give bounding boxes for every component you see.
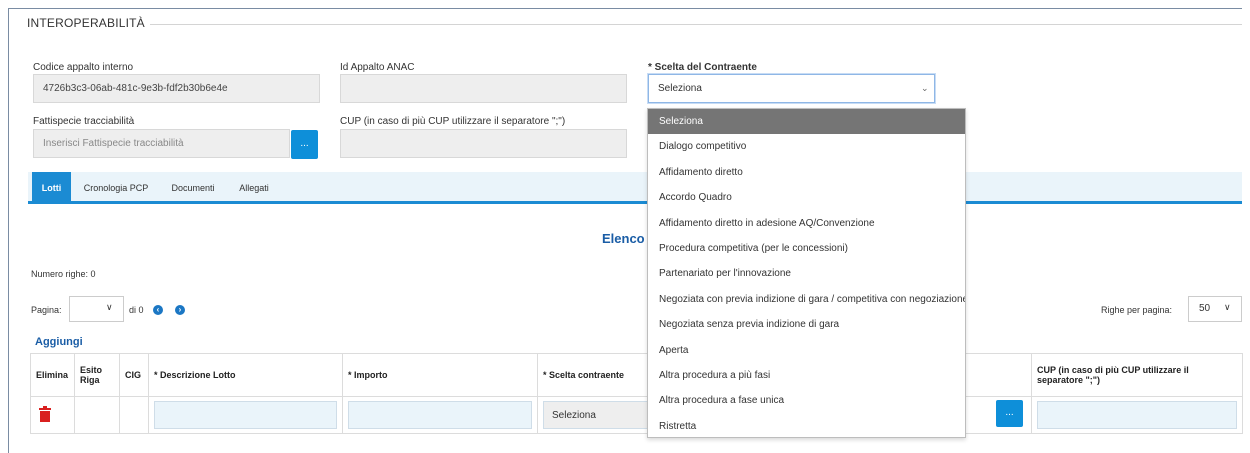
anac-label: Id Appalto ANAC — [340, 62, 415, 73]
scelta-label: * Scelta del Contraente — [648, 62, 757, 73]
dropdown-option[interactable]: Dialogo competitivo — [648, 134, 965, 159]
tab-documenti[interactable]: Documenti — [163, 172, 223, 204]
row-lookup-button[interactable]: ... — [996, 400, 1023, 427]
header-cup: CUP (in caso di più CUP utilizzare il se… — [1031, 353, 1243, 397]
scelta-select-value: Seleziona — [658, 83, 702, 94]
cup-cell — [1031, 396, 1243, 434]
descrizione-input[interactable] — [154, 401, 337, 429]
rows-per-page-select[interactable]: 50 ∨ — [1188, 296, 1242, 322]
tab-bar: Lotti Cronologia PCP Documenti Allegati — [28, 172, 1242, 204]
dropdown-option[interactable]: Affidamento diretto — [648, 160, 965, 185]
dropdown-option[interactable]: Seleziona — [648, 109, 965, 135]
cig-cell — [119, 396, 149, 434]
add-link[interactable]: Aggiungi — [35, 336, 83, 348]
dropdown-option[interactable]: Affidamento diretto in adesione AQ/Conve… — [648, 211, 965, 236]
fattispecie-label: Fattispecie tracciabilità — [33, 116, 135, 127]
header-descrizione: * Descrizione Lotto — [148, 353, 343, 397]
row-count: Numero righe: 0 — [31, 269, 96, 279]
delete-cell — [30, 396, 75, 434]
table-row: Seleziona — [30, 396, 1243, 434]
trash-icon[interactable] — [39, 406, 51, 422]
header-esito: Esito Riga — [74, 353, 120, 397]
scelta-select[interactable]: Seleziona — [648, 74, 935, 103]
tab-cronologia-pcp[interactable]: Cronologia PCP — [78, 172, 154, 204]
scelta-dropdown-menu: Seleziona Dialogo competitivo Affidament… — [647, 108, 966, 438]
rows-per-page-label: Righe per pagina: — [1101, 305, 1173, 315]
dropdown-option[interactable]: Ristretta — [648, 414, 965, 439]
section-title: INTEROPERABILITÀ — [27, 16, 145, 30]
fattispecie-lookup-button[interactable]: ... — [291, 130, 318, 159]
esito-cell — [74, 396, 120, 434]
chevron-down-icon: ∨ — [106, 302, 113, 312]
dropdown-option[interactable]: Aperta — [648, 338, 965, 363]
dropdown-option[interactable]: Negoziata con previa indizione di gara /… — [648, 287, 965, 312]
page-label: Pagina: — [31, 305, 62, 315]
importo-cell — [342, 396, 538, 434]
rows-per-page-value: 50 — [1199, 303, 1211, 314]
prev-page-icon[interactable]: ‹ — [153, 305, 163, 315]
codice-label: Codice appalto interno — [33, 62, 134, 73]
header-elimina: Elimina — [30, 353, 75, 397]
page-select[interactable]: ∨ — [69, 296, 124, 322]
dropdown-option[interactable]: Accordo Quadro — [648, 185, 965, 210]
header-cig: CIG — [119, 353, 149, 397]
tab-lotti[interactable]: Lotti — [32, 172, 71, 204]
section-divider — [150, 24, 1242, 25]
importo-input[interactable] — [348, 401, 532, 429]
fattispecie-input[interactable]: Inserisci Fattispecie tracciabilità — [33, 129, 290, 158]
chevron-down-icon: ⌄ — [921, 83, 929, 93]
row-scelta-select[interactable]: Seleziona — [543, 401, 653, 429]
dropdown-option[interactable]: Procedura competitiva (per le concession… — [648, 236, 965, 261]
dropdown-option[interactable]: Altra procedura a più fasi — [648, 363, 965, 388]
header-importo: * Importo — [342, 353, 538, 397]
dropdown-option[interactable]: Partenariato per l'innovazione — [648, 261, 965, 286]
cup-field[interactable] — [340, 129, 627, 158]
row-cup-input[interactable] — [1037, 401, 1237, 429]
lots-table: Elimina Esito Riga CIG * Descrizione Lot… — [30, 353, 1243, 434]
tab-allegati[interactable]: Allegati — [231, 172, 277, 204]
table-header-row: Elimina Esito Riga CIG * Descrizione Lot… — [30, 353, 1243, 397]
chevron-down-icon: ∨ — [1224, 302, 1231, 312]
next-page-icon[interactable]: › — [175, 305, 185, 315]
dropdown-option[interactable]: Altra procedura a fase unica — [648, 388, 965, 413]
codice-field[interactable]: 4726b3c3-06ab-481c-9e3b-fdf2b30b6e4e — [33, 74, 320, 103]
cup-label: CUP (in caso di più CUP utilizzare il se… — [340, 116, 566, 127]
descrizione-cell — [148, 396, 343, 434]
anac-field[interactable] — [340, 74, 627, 103]
dropdown-option[interactable]: Negoziata senza previa indizione di gara — [648, 312, 965, 337]
page-total: di 0 — [129, 305, 144, 315]
